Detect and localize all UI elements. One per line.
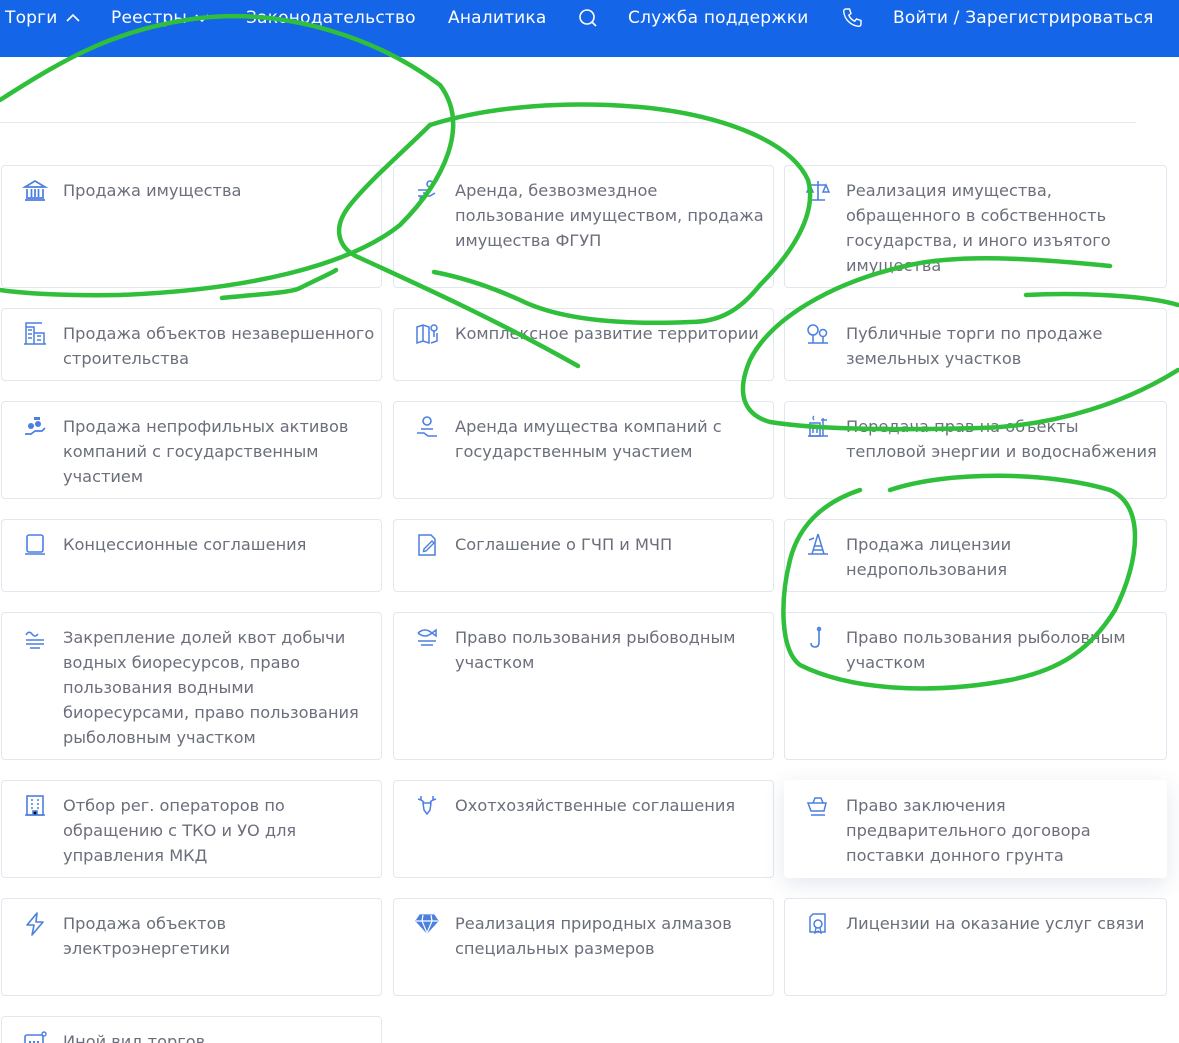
category-label: Реализация природных алмазов специальных… — [455, 914, 732, 958]
category-card-concessions[interactable]: Концессионные соглашения — [1, 519, 382, 592]
section-divider — [0, 122, 1136, 123]
chevron-up-icon — [65, 13, 80, 23]
concession-document-icon — [22, 532, 48, 558]
category-label: Аренда, безвозмездное пользование имущес… — [455, 181, 764, 250]
diamond-icon — [414, 911, 440, 937]
login-register-label: Войти / Зарегистрироваться — [893, 8, 1154, 28]
nav-auctions-label: Торги — [5, 8, 58, 28]
category-label: Продажа объектов электроэнергетики — [63, 914, 230, 958]
category-label: Публичные торги по продаже земельных уча… — [846, 324, 1103, 368]
category-label: Право пользования рыбоводным участком — [455, 628, 736, 672]
nav-support-label: Служба поддержки — [628, 8, 809, 28]
category-label: Передача прав на объекты тепловой энерги… — [846, 417, 1157, 461]
nav-registries-label: Реестры — [111, 8, 188, 28]
category-card-state-company-lease[interactable]: Аренда имущества компаний с государствен… — [393, 401, 774, 499]
coins-hand-icon — [22, 414, 48, 440]
category-card-fishing-plot[interactable]: Право пользования рыболовным участком — [784, 612, 1167, 760]
nav-analytics[interactable]: Аналитика — [448, 0, 547, 36]
category-label: Комплексное развитие территории — [455, 324, 759, 343]
other-grid-icon — [22, 1029, 48, 1043]
oil-rig-icon — [805, 532, 831, 558]
category-label: Продажа лицензии недропользования — [846, 535, 1012, 579]
category-card-power-facilities[interactable]: Продажа объектов электроэнергетики — [1, 898, 382, 996]
map-pin-icon — [414, 321, 440, 347]
fishing-hook-icon — [805, 625, 831, 651]
nav-analytics-label: Аналитика — [448, 8, 547, 28]
category-card-heat-water-supply[interactable]: Передача прав на объекты тепловой энерги… — [784, 401, 1167, 499]
category-label: Закрепление долей квот добычи водных био… — [63, 628, 359, 747]
trees-icon — [805, 321, 831, 347]
category-card-lease[interactable]: Аренда, безвозмездное пользование имущес… — [393, 165, 774, 288]
fish-icon — [414, 625, 440, 651]
hands-exchange-icon — [414, 178, 440, 204]
category-card-bottom-soil[interactable]: Право заключения предварительного догово… — [784, 780, 1167, 878]
phone-icon[interactable] — [841, 0, 863, 36]
waves-icon — [22, 625, 48, 651]
heating-water-icon — [805, 414, 831, 440]
unfinished-building-icon — [22, 321, 48, 347]
category-card-subsoil-license[interactable]: Продажа лицензии недропользования — [784, 519, 1167, 592]
category-card-property-sale[interactable]: Продажа имущества — [1, 165, 382, 288]
category-label: Охотхозяйственные соглашения — [455, 796, 736, 815]
nav-legislation-label: Законодательство — [246, 8, 416, 28]
lightning-icon — [22, 911, 48, 937]
category-label: Лицензии на оказание услуг связи — [846, 914, 1145, 933]
category-card-ppp-agreement[interactable]: Соглашение о ГЧП и МЧП — [393, 519, 774, 592]
category-label: Реализация имущества, обращенного в собс… — [846, 181, 1111, 275]
category-card-land-plots[interactable]: Публичные торги по продаже земельных уча… — [784, 308, 1167, 381]
category-label: Продажа непрофильных активов компаний с … — [63, 417, 349, 486]
category-card-telecom-licenses[interactable]: Лицензии на оказание услуг связи — [784, 898, 1167, 996]
search-icon[interactable] — [578, 0, 598, 36]
category-label: Право пользования рыболовным участком — [846, 628, 1126, 672]
bank-building-icon — [22, 178, 48, 204]
category-label: Аренда имущества компаний с государствен… — [455, 417, 722, 461]
person-hand-icon — [414, 414, 440, 440]
category-card-bioresource-quotas[interactable]: Закрепление долей квот добычи водных био… — [1, 612, 382, 760]
nav-auctions[interactable]: Торги — [5, 0, 80, 36]
excavator-bucket-icon — [805, 793, 831, 819]
category-label: Соглашение о ГЧП и МЧП — [455, 535, 673, 554]
chevron-down-icon — [195, 13, 209, 23]
category-label: Отбор рег. операторов по обращению с ТКО… — [63, 796, 297, 865]
login-register-link[interactable]: Войти / Зарегистрироваться — [893, 0, 1154, 36]
category-card-non-core-assets[interactable]: Продажа непрофильных активов компаний с … — [1, 401, 382, 499]
nav-registries[interactable]: Реестры — [111, 0, 209, 36]
category-label: Иной вид торгов — [63, 1032, 206, 1043]
nav-support[interactable]: Служба поддержки — [628, 0, 809, 36]
contract-pen-icon — [414, 532, 440, 558]
nav-legislation[interactable]: Законодательство — [246, 0, 416, 36]
category-card-other[interactable]: Иной вид торгов — [1, 1016, 382, 1043]
category-label: Продажа имущества — [63, 181, 242, 200]
category-card-territory-development[interactable]: Комплексное развитие территории — [393, 308, 774, 381]
apartment-building-icon — [22, 793, 48, 819]
category-card-hunting-agreements[interactable]: Охотхозяйственные соглашения — [393, 780, 774, 878]
scales-icon — [805, 178, 831, 204]
category-card-unfinished-construction[interactable]: Продажа объектов незавершенного строител… — [1, 308, 382, 381]
deer-icon — [414, 793, 440, 819]
license-badge-icon — [805, 911, 831, 937]
category-card-diamonds[interactable]: Реализация природных алмазов специальных… — [393, 898, 774, 996]
category-label: Продажа объектов незавершенного строител… — [63, 324, 375, 368]
category-card-waste-operators[interactable]: Отбор рег. операторов по обращению с ТКО… — [1, 780, 382, 878]
category-label: Концессионные соглашения — [63, 535, 307, 554]
top-navigation-bar: Торги Реестры Законодательство Аналитика… — [0, 0, 1179, 57]
category-card-fish-farming-plot[interactable]: Право пользования рыбоводным участком — [393, 612, 774, 760]
category-label: Право заключения предварительного догово… — [846, 796, 1091, 865]
category-card-confiscated-property[interactable]: Реализация имущества, обращенного в собс… — [784, 165, 1167, 288]
